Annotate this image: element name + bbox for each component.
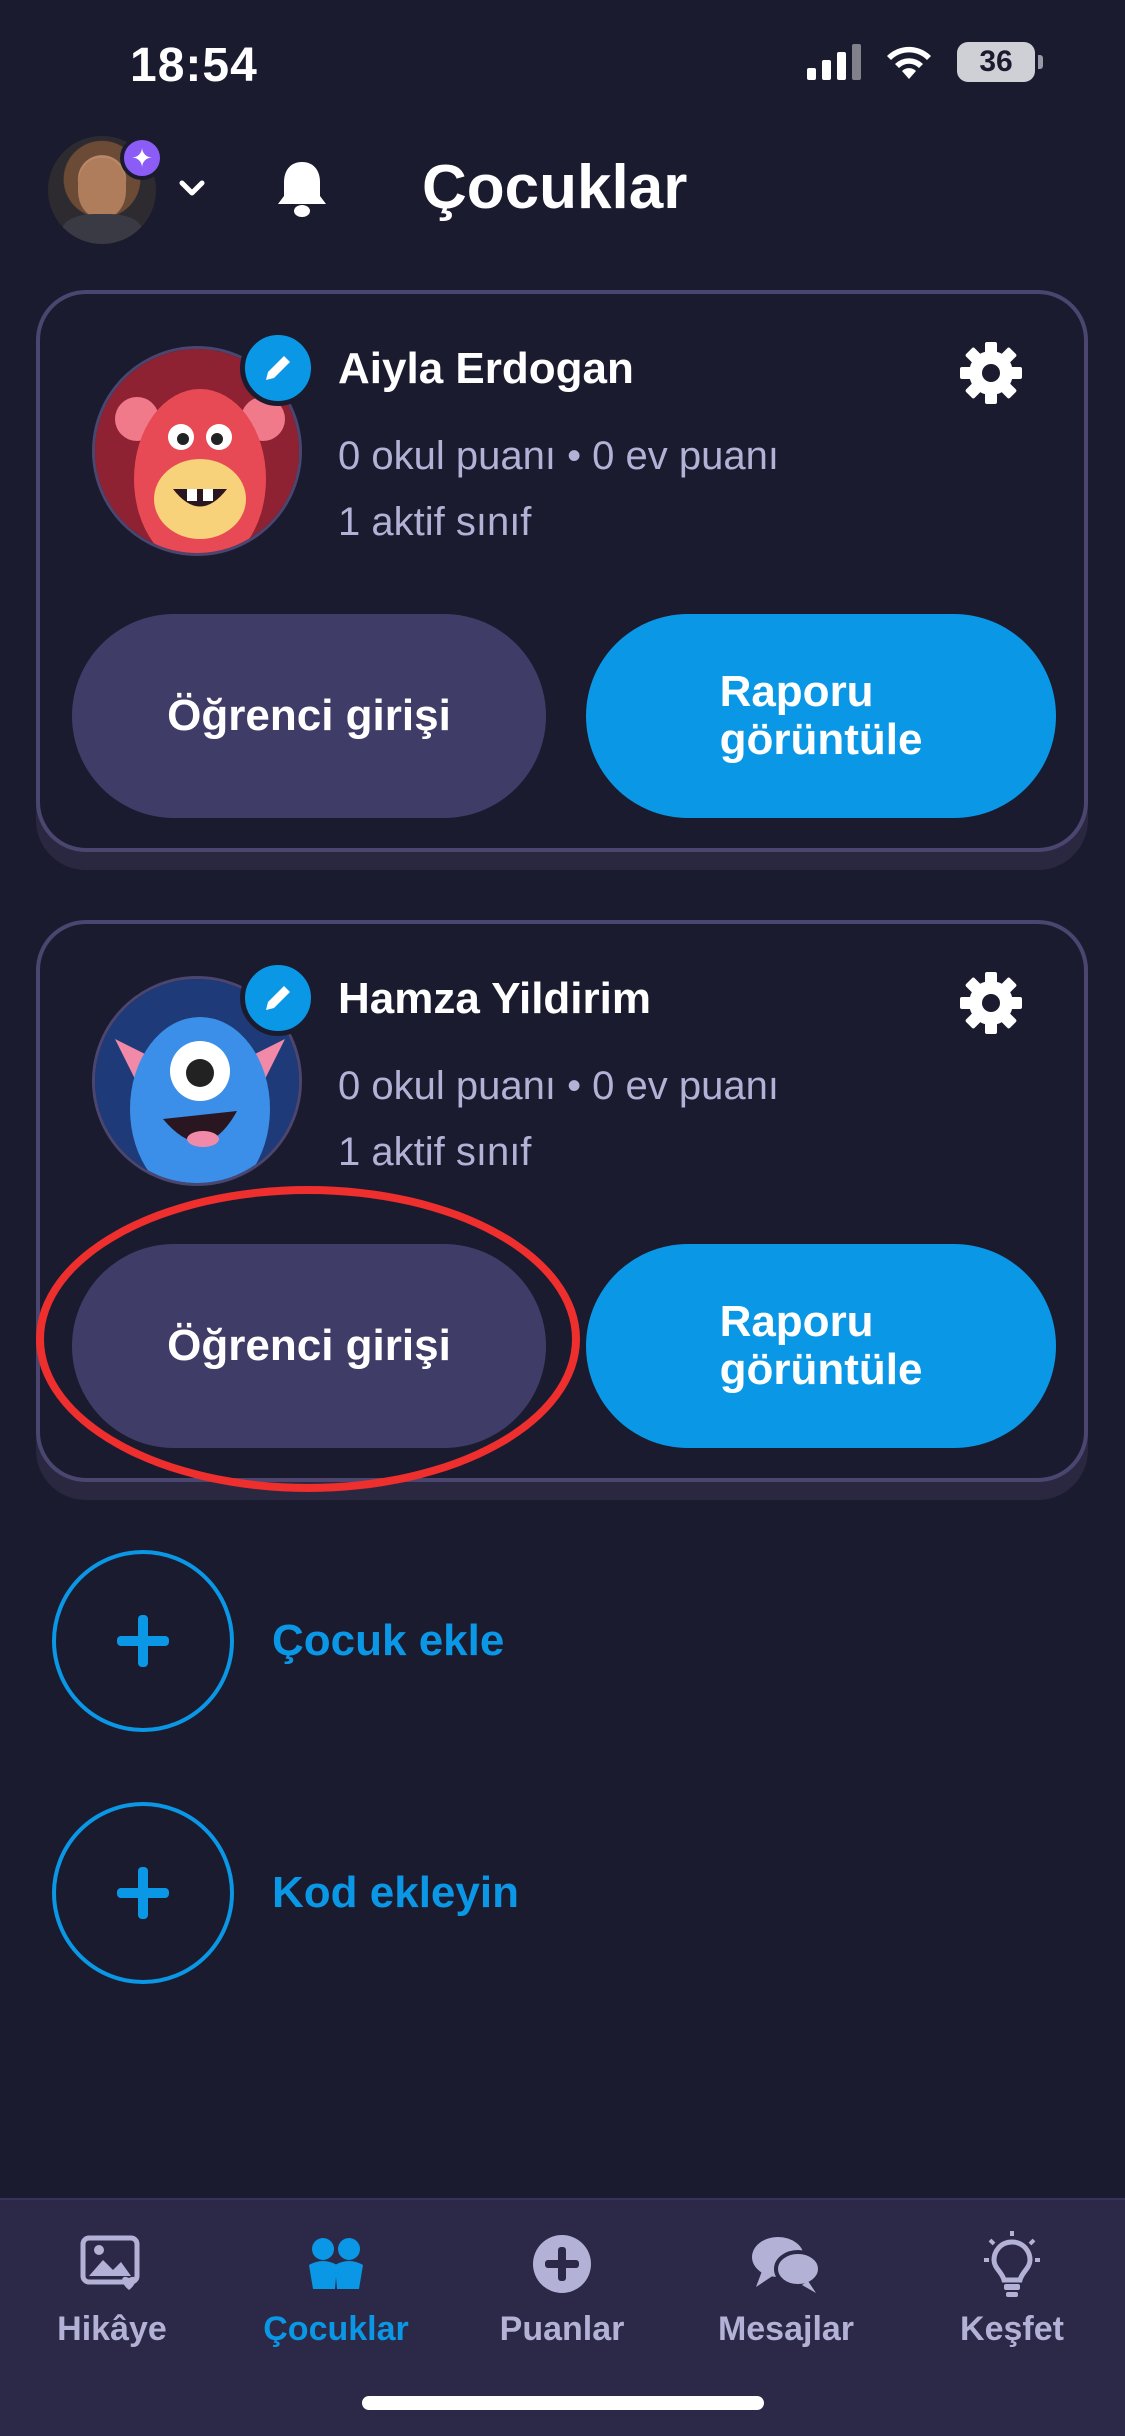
gear-icon[interactable]	[958, 340, 1024, 406]
report-label-line1: Raporu	[719, 1297, 874, 1346]
nav-item-story[interactable]: Hikâye	[12, 2228, 212, 2349]
plus-badge-icon: ✦	[120, 136, 164, 180]
discover-icon	[976, 2228, 1048, 2300]
points-text: 0 okul puanı • 0 ev puanı	[338, 434, 779, 478]
avatar-body	[62, 214, 142, 244]
home-indicator	[362, 2396, 764, 2410]
header: ✦ Çocuklar	[0, 130, 1125, 250]
cellular-signal-icon	[807, 44, 861, 80]
nav-label: Çocuklar	[263, 2310, 409, 2348]
children-icon	[300, 2228, 372, 2300]
report-label-line2: görüntüle	[719, 1345, 923, 1394]
view-report-button[interactable]: Raporu görüntüle	[586, 1244, 1056, 1448]
classes-text: 1 aktif sınıf	[338, 1130, 532, 1174]
story-icon	[76, 2228, 148, 2300]
child-card: Hamza Yildirim 0 okul puanı • 0 ev puanı…	[36, 920, 1088, 1482]
add-child-row[interactable]: Çocuk ekle	[52, 1550, 752, 1732]
child-name: Aiyla Erdogan	[338, 344, 634, 393]
student-login-button[interactable]: Öğrenci girişi	[72, 1244, 546, 1448]
child-card: Aiyla Erdogan 0 okul puanı • 0 ev puanı …	[36, 290, 1088, 852]
nav-item-points[interactable]: Puanlar	[462, 2228, 662, 2349]
nav-item-children[interactable]: Çocuklar	[236, 2228, 436, 2349]
classes-text: 1 aktif sınıf	[338, 500, 532, 544]
status-bar: 18:54 36	[0, 0, 1125, 130]
plus-icon	[117, 1615, 169, 1667]
add-child-button[interactable]	[52, 1550, 234, 1732]
nav-label: Hikâye	[57, 2310, 167, 2348]
nav-item-discover[interactable]: Keşfet	[912, 2228, 1112, 2349]
gear-icon[interactable]	[958, 970, 1024, 1036]
student-login-button[interactable]: Öğrenci girişi	[72, 614, 546, 818]
messages-icon	[750, 2228, 822, 2300]
page-title: Çocuklar	[422, 153, 688, 222]
avatar-face	[78, 158, 126, 218]
add-code-row[interactable]: Kod ekleyin	[52, 1802, 752, 1984]
nav-item-messages[interactable]: Mesajlar	[686, 2228, 886, 2349]
view-report-button[interactable]: Raporu görüntüle	[586, 614, 1056, 818]
status-time: 18:54	[130, 39, 258, 92]
report-label-line1: Raporu	[719, 667, 874, 716]
battery-icon: 36	[957, 42, 1043, 82]
add-child-label: Çocuk ekle	[272, 1616, 505, 1665]
edit-pencil-icon[interactable]	[240, 960, 316, 1036]
wifi-icon	[887, 46, 931, 79]
bell-icon[interactable]	[272, 156, 332, 220]
nav-label: Keşfet	[960, 2310, 1064, 2348]
report-label-line2: görüntüle	[719, 715, 923, 764]
status-icons: 36	[807, 42, 1043, 82]
nav-label: Puanlar	[499, 2310, 625, 2348]
add-code-button[interactable]	[52, 1802, 234, 1984]
nav-label: Mesajlar	[717, 2310, 855, 2348]
add-code-label: Kod ekleyin	[272, 1868, 519, 1917]
points-text: 0 okul puanı • 0 ev puanı	[338, 1064, 779, 1108]
plus-icon	[117, 1867, 169, 1919]
edit-pencil-icon[interactable]	[240, 330, 316, 406]
chevron-down-icon[interactable]	[176, 172, 208, 204]
points-icon	[526, 2228, 598, 2300]
child-name: Hamza Yildirim	[338, 974, 652, 1023]
